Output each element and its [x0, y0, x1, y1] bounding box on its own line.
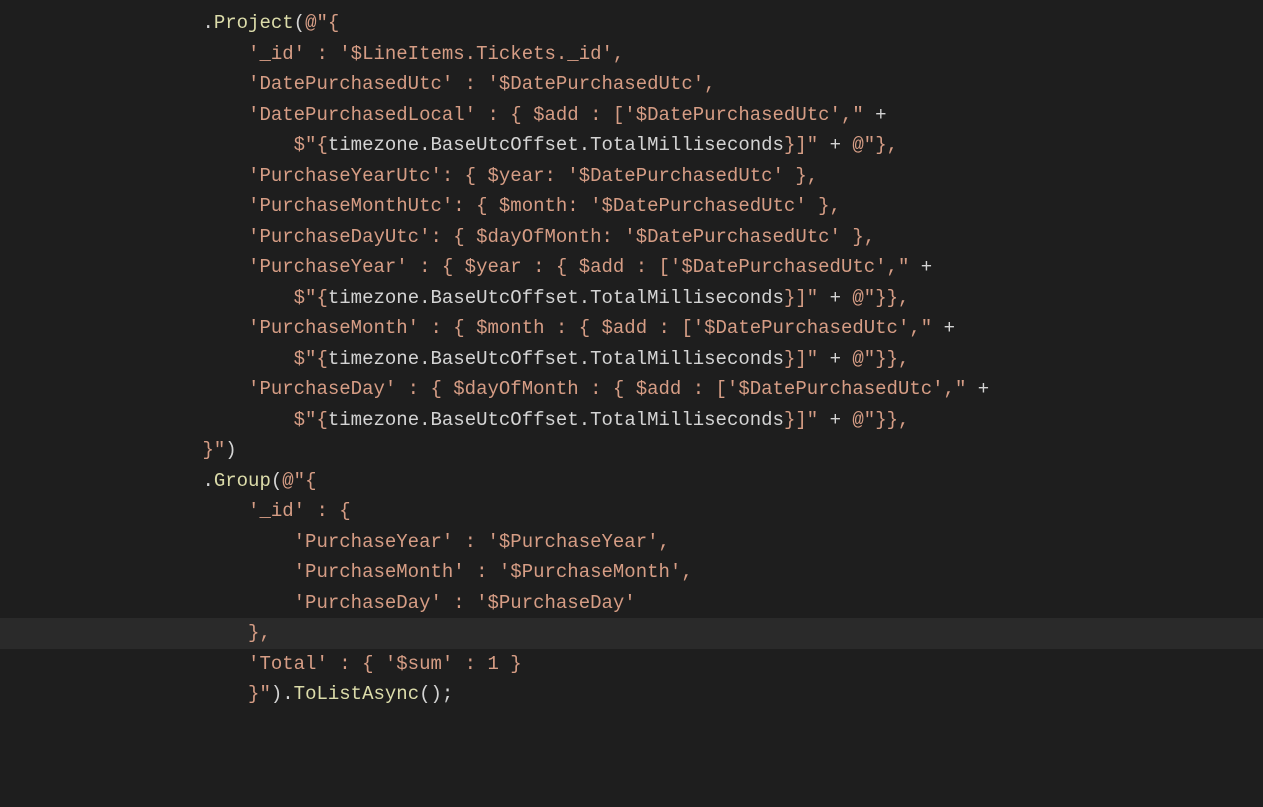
- code-line[interactable]: '_id' : {: [0, 496, 1263, 527]
- code-token: @"{: [282, 470, 316, 492]
- code-token: $"{: [294, 409, 328, 431]
- code-token: (: [271, 470, 282, 492]
- code-token: ();: [419, 683, 453, 705]
- code-line[interactable]: 'PurchaseMonth' : '$PurchaseMonth',: [0, 557, 1263, 588]
- code-line[interactable]: 'PurchaseMonth' : { $month : { $add : ['…: [0, 313, 1263, 344]
- code-token: 'PurchaseDayUtc': { $dayOfMonth: '$DateP…: [248, 226, 875, 248]
- code-line[interactable]: 'PurchaseDayUtc': { $dayOfMonth: '$DateP…: [0, 222, 1263, 253]
- code-token: Group: [214, 470, 271, 492]
- code-token: },: [248, 622, 271, 644]
- code-token: +: [818, 287, 852, 309]
- code-token: +: [864, 104, 898, 126]
- code-token: timezone.BaseUtcOffset.TotalMilliseconds: [328, 409, 784, 431]
- code-token: 'PurchaseYearUtc': { $year: '$DatePurcha…: [248, 165, 818, 187]
- code-token: .: [202, 470, 213, 492]
- code-token: (: [294, 12, 305, 34]
- code-token: timezone.BaseUtcOffset.TotalMilliseconds: [328, 134, 784, 156]
- code-line[interactable]: 'PurchaseDay' : { $dayOfMonth : { $add :…: [0, 374, 1263, 405]
- code-token: '_id' : '$LineItems.Tickets._id',: [248, 43, 624, 65]
- code-token: }]": [784, 348, 818, 370]
- code-token: 'PurchaseDay' : '$PurchaseDay': [294, 592, 636, 614]
- code-line[interactable]: $"{timezone.BaseUtcOffset.TotalMilliseco…: [0, 405, 1263, 436]
- code-token: 'DatePurchasedUtc' : '$DatePurchasedUtc'…: [248, 73, 715, 95]
- code-token: ).: [271, 683, 294, 705]
- code-token: $"{: [294, 287, 328, 309]
- code-token: }]": [784, 134, 818, 156]
- code-line[interactable]: .Project(@"{: [0, 8, 1263, 39]
- code-line[interactable]: $"{timezone.BaseUtcOffset.TotalMilliseco…: [0, 283, 1263, 314]
- code-token: }": [202, 439, 225, 461]
- code-line[interactable]: $"{timezone.BaseUtcOffset.TotalMilliseco…: [0, 344, 1263, 375]
- code-line[interactable]: },: [0, 618, 1263, 649]
- code-token: @"}},: [852, 409, 909, 431]
- code-line[interactable]: 'PurchaseMonthUtc': { $month: '$DatePurc…: [0, 191, 1263, 222]
- code-token: timezone.BaseUtcOffset.TotalMilliseconds: [328, 348, 784, 370]
- code-token: +: [932, 317, 966, 339]
- code-token: $"{: [294, 134, 328, 156]
- code-token: }": [248, 683, 271, 705]
- code-line[interactable]: 'DatePurchasedLocal' : { $add : ['$DateP…: [0, 100, 1263, 131]
- code-token: @"},: [852, 134, 898, 156]
- code-token: @"}},: [852, 287, 909, 309]
- code-token: }]": [784, 409, 818, 431]
- code-token: +: [818, 409, 852, 431]
- code-token: $"{: [294, 348, 328, 370]
- code-line[interactable]: .Group(@"{: [0, 466, 1263, 497]
- code-token: +: [818, 348, 852, 370]
- code-line[interactable]: }"): [0, 435, 1263, 466]
- code-token: '_id' : {: [248, 500, 351, 522]
- code-token: }]": [784, 287, 818, 309]
- code-token: 'PurchaseMonth' : { $month : { $add : ['…: [248, 317, 932, 339]
- code-token: ): [225, 439, 236, 461]
- code-line[interactable]: 'PurchaseYearUtc': { $year: '$DatePurcha…: [0, 161, 1263, 192]
- code-token: +: [818, 134, 852, 156]
- code-token: @"}},: [852, 348, 909, 370]
- code-token: 'PurchaseMonthUtc': { $month: '$DatePurc…: [248, 195, 841, 217]
- code-token: +: [966, 378, 1000, 400]
- code-line[interactable]: 'PurchaseYear' : '$PurchaseYear',: [0, 527, 1263, 558]
- code-token: 'Total' : { '$sum' : 1 }: [248, 653, 522, 675]
- code-token: 'PurchaseMonth' : '$PurchaseMonth',: [294, 561, 693, 583]
- code-token: ToListAsync: [294, 683, 419, 705]
- code-token: timezone.BaseUtcOffset.TotalMilliseconds: [328, 287, 784, 309]
- code-token: 'PurchaseDay' : { $dayOfMonth : { $add :…: [248, 378, 966, 400]
- code-token: @"{: [305, 12, 339, 34]
- code-line[interactable]: 'PurchaseDay' : '$PurchaseDay': [0, 588, 1263, 619]
- code-line[interactable]: 'DatePurchasedUtc' : '$DatePurchasedUtc'…: [0, 69, 1263, 100]
- code-line[interactable]: 'PurchaseYear' : { $year : { $add : ['$D…: [0, 252, 1263, 283]
- code-editor[interactable]: .Project(@"{ '_id' : '$LineItems.Tickets…: [0, 0, 1263, 710]
- code-line[interactable]: 'Total' : { '$sum' : 1 }: [0, 649, 1263, 680]
- code-token: +: [909, 256, 943, 278]
- code-token: 'PurchaseYear' : '$PurchaseYear',: [294, 531, 670, 553]
- code-token: .: [202, 12, 213, 34]
- code-line[interactable]: $"{timezone.BaseUtcOffset.TotalMilliseco…: [0, 130, 1263, 161]
- code-token: 'PurchaseYear' : { $year : { $add : ['$D…: [248, 256, 909, 278]
- code-token: Project: [214, 12, 294, 34]
- code-token: 'DatePurchasedLocal' : { $add : ['$DateP…: [248, 104, 864, 126]
- code-line[interactable]: }").ToListAsync();: [0, 679, 1263, 710]
- code-line[interactable]: '_id' : '$LineItems.Tickets._id',: [0, 39, 1263, 70]
